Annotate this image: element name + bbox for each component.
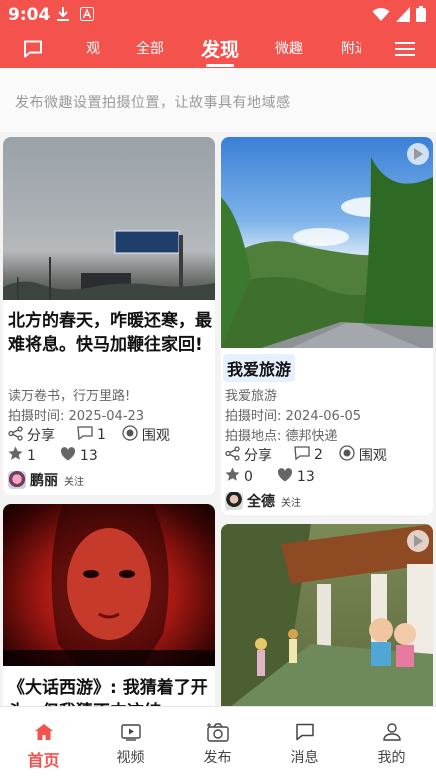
download-icon [56, 6, 72, 22]
card-1-actions: 分享 1 围观 [8, 425, 170, 445]
watch-icon[interactable] [339, 445, 355, 465]
tab-guan[interactable]: 观 [86, 38, 100, 58]
avatar[interactable] [225, 492, 243, 510]
card-2-actions: 分享 2 围观 [225, 445, 387, 465]
feed-card-4[interactable] [221, 524, 433, 714]
heart-icon[interactable] [277, 467, 293, 486]
star-icon[interactable] [225, 467, 240, 486]
watch-icon[interactable] [122, 425, 138, 445]
signal-icon [396, 6, 410, 26]
battery-icon [416, 6, 426, 26]
tab-weiqu[interactable]: 微趣 [275, 38, 303, 58]
status-bar: 9:04 [0, 0, 436, 30]
card-1-author[interactable]: 鹏丽 关注 [8, 470, 84, 490]
star-count: 0 [244, 468, 253, 485]
share-icon[interactable] [8, 425, 23, 445]
nav-profile-label: 我的 [377, 750, 406, 766]
nav-home-label: 首页 [27, 751, 60, 770]
comment-icon[interactable] [294, 445, 310, 465]
publish-hint-text: 发布微趣设置拍摄位置，让故事具有地域感 [15, 95, 291, 111]
video-icon [120, 721, 142, 743]
user-icon [381, 721, 403, 743]
share-icon[interactable] [225, 445, 240, 465]
card-3-photo[interactable] [3, 504, 215, 666]
author-name[interactable]: 全德 [247, 491, 275, 511]
play-icon[interactable] [407, 143, 429, 165]
message-icon [294, 721, 316, 743]
card-2-title[interactable]: 我爱旅游 [223, 354, 296, 382]
star-count: 1 [27, 447, 36, 464]
top-bar: 9:04 观 全部 发现 微趣 附 [0, 0, 436, 68]
status-time: 9:04 [8, 5, 51, 25]
nav-publish-label: 发布 [203, 750, 232, 766]
home-icon [33, 721, 55, 743]
follow-button[interactable]: 关注 [281, 494, 301, 509]
comment-count: 2 [314, 447, 323, 463]
nav-publish[interactable]: 发布 [174, 707, 261, 776]
comment-count: 1 [97, 427, 106, 443]
nav-video-label: 视频 [116, 750, 145, 766]
wifi-icon [372, 7, 390, 26]
chat-icon[interactable] [18, 34, 48, 64]
play-icon[interactable] [407, 530, 429, 552]
channel-nav: 观 全部 发现 微趣 附近 [0, 30, 436, 68]
active-tab-indicator [206, 64, 234, 67]
tab-nearby[interactable]: 附近 [341, 38, 361, 58]
font-icon [80, 6, 96, 22]
author-name[interactable]: 鹏丽 [30, 470, 58, 490]
camera-icon [206, 721, 229, 743]
app-screen: 9:04 观 全部 发现 微趣 附 发布微趣设置拍摄位置，让故事具有地域感 北方… [0, 0, 436, 776]
tab-all[interactable]: 全部 [136, 38, 164, 58]
feed-card-3[interactable]: 《大话西游》: 我猜着了开头，但我猜不中这结 [3, 504, 215, 714]
nav-profile[interactable]: 我的 [348, 707, 435, 776]
feed-card-1[interactable]: 北方的春天，咋暖还寒，最难将息。快马加鞭往家回! 读万卷书，行万里路! 拍摄时间… [3, 137, 215, 495]
publish-hint-bar[interactable]: 发布微趣设置拍摄位置，让故事具有地域感 [0, 68, 436, 132]
star-icon[interactable] [8, 446, 23, 465]
comment-icon[interactable] [77, 425, 93, 445]
watch-label[interactable]: 围观 [142, 425, 170, 445]
nav-video[interactable]: 视频 [87, 707, 174, 776]
feed-card-2[interactable]: 我爱旅游 我爱旅游 拍摄时间: 2024-06-05 拍摄地点: 德邦快递 分享… [221, 137, 433, 515]
card-4-video-cover[interactable] [221, 524, 433, 714]
card-1-title[interactable]: 北方的春天，咋暖还寒，最难将息。快马加鞭往家回! [8, 309, 213, 357]
tab-discover[interactable]: 发现 [201, 35, 239, 62]
card-2-video-cover[interactable] [221, 137, 433, 348]
nav-home[interactable]: 首页 [0, 707, 87, 776]
like-count: 13 [296, 468, 315, 485]
avatar[interactable] [8, 471, 26, 489]
nav-messages[interactable]: 消息 [261, 707, 348, 776]
card-1-subtitle: 读万卷书，行万里路! [8, 389, 131, 404]
heart-icon[interactable] [60, 446, 76, 465]
nav-messages-label: 消息 [290, 750, 319, 766]
card-3-title[interactable]: 《大话西游》: 我猜着了开头，但我猜不中这结 [8, 676, 213, 710]
card-2-location: 拍摄地点: 德邦快递 [225, 429, 338, 444]
card-2-shot-time: 拍摄时间: 2024-06-05 [225, 409, 362, 424]
card-2-subtitle: 我爱旅游 [225, 389, 278, 404]
card-2-author[interactable]: 全德 关注 [225, 491, 301, 511]
card-1-photo[interactable] [3, 137, 215, 300]
bottom-nav: 首页 视频 发布 消息 我的 [0, 706, 436, 776]
card-1-stats: 1 13 [8, 446, 98, 465]
watch-label[interactable]: 围观 [359, 445, 387, 465]
card-1-shot-time: 拍摄时间: 2025-04-23 [8, 409, 145, 424]
like-count: 13 [79, 447, 98, 464]
share-label[interactable]: 分享 [27, 425, 55, 445]
card-2-stats: 0 13 [225, 467, 315, 486]
follow-button[interactable]: 关注 [64, 473, 84, 488]
share-label[interactable]: 分享 [244, 445, 272, 465]
menu-icon[interactable] [390, 34, 420, 64]
